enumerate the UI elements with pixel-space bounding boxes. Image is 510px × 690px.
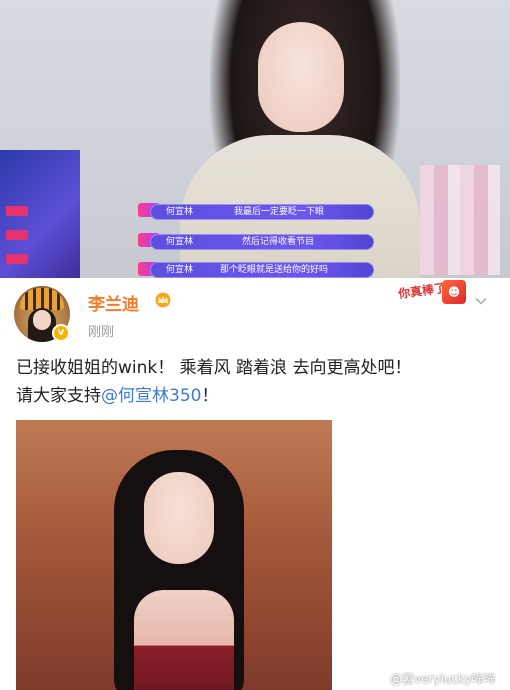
- video-frame: 何宣林 我最后一定要眨一下眼 何宣林 然后记得收看节目 何宣林 那个眨眼就是送给…: [0, 0, 510, 278]
- verified-badge-icon: v: [52, 324, 70, 342]
- face: [258, 22, 344, 132]
- logo-mark: [6, 230, 28, 240]
- watermark: @紊verylucky哞哞: [374, 670, 496, 687]
- post-text-line: 请大家支持@何宣林350！: [16, 382, 496, 410]
- mention-link[interactable]: @何宣林350: [101, 386, 201, 406]
- subtitle-speaker: 何宣林: [166, 207, 194, 217]
- post-text-line: 已接收姐姐的wink！ 乘着风 踏着浪 去向更高处吧！: [16, 358, 412, 378]
- post-time: 刚刚: [88, 325, 115, 340]
- watermark-text: @紊verylucky哞哞: [390, 672, 496, 686]
- tiger-hat: [20, 288, 64, 310]
- weibo-post: v 李兰迪 刚刚 你真棒了 ☻ 已接收姐姐的wink！ 乘着风 踏着浪 去向更高…: [0, 278, 510, 690]
- photo-face: [144, 472, 214, 564]
- post-text-segment: 请大家支持: [16, 386, 101, 406]
- chevron-down-icon[interactable]: [474, 294, 488, 308]
- logo-mark: [6, 206, 28, 216]
- sticker-badge: 你真棒了 ☻: [397, 280, 470, 308]
- subtitle-speaker: 何宣林: [166, 265, 194, 275]
- post-image[interactable]: [16, 420, 332, 690]
- crown-icon: [155, 292, 171, 308]
- subtitle-bar: 何宣林 我最后一定要眨一下眼: [150, 204, 374, 220]
- background-screen: [0, 150, 80, 278]
- blurred-region: [420, 165, 500, 275]
- subtitle-text: 然后记得收看节目: [242, 237, 315, 247]
- author-name[interactable]: 李兰迪: [88, 290, 139, 315]
- photo-body: [134, 590, 234, 690]
- post-text-segment: ！: [201, 386, 219, 406]
- subtitle-bar: 何宣林 然后记得收看节目: [150, 234, 374, 250]
- subtitle-speaker: 何宣林: [166, 237, 194, 247]
- avatar-face: [33, 310, 51, 330]
- subtitle-text: 我最后一定要眨一下眼: [234, 207, 325, 217]
- sticker-face-icon: ☻: [442, 280, 466, 304]
- weibo-logo-icon: [374, 673, 388, 684]
- logo-mark: [6, 254, 28, 264]
- subtitle-text: 那个眨眼就是送给你的好吗: [220, 265, 329, 275]
- sticker-text: 你真棒了: [397, 280, 447, 302]
- subtitle-bar: 何宣林 那个眨眼就是送给你的好吗: [150, 262, 374, 278]
- post-text: 已接收姐姐的wink！ 乘着风 踏着浪 去向更高处吧！ 请大家支持@何宣林350…: [16, 354, 496, 410]
